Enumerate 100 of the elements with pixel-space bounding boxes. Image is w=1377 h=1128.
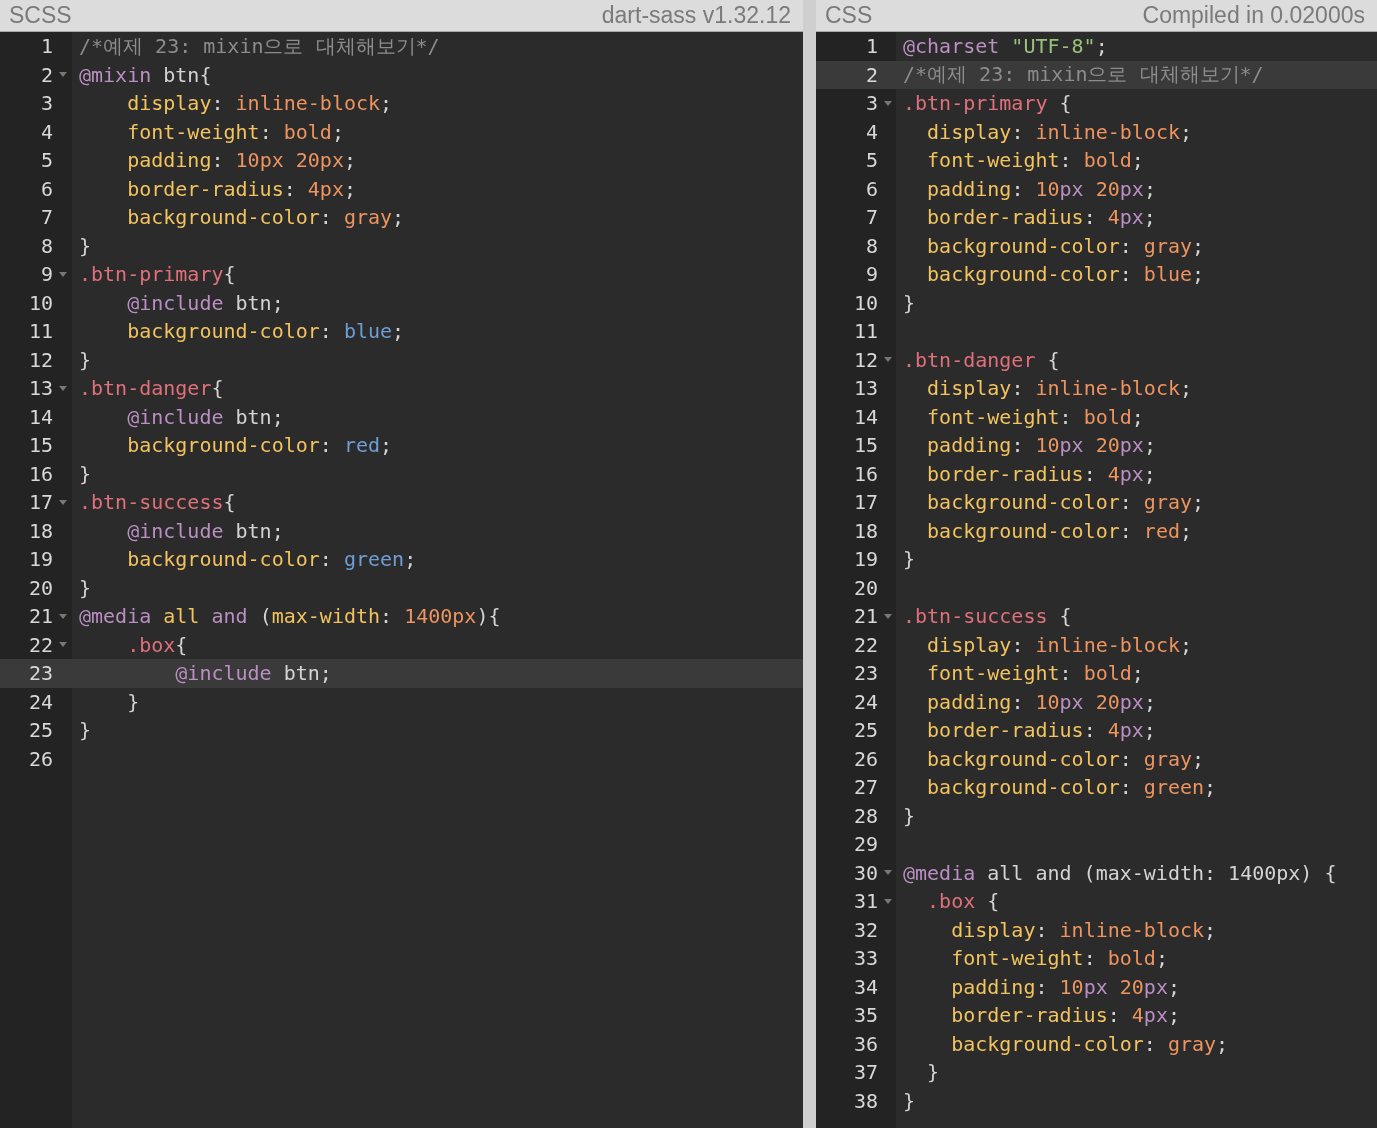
- line-number: 33: [852, 946, 878, 971]
- line-number: 3: [39, 91, 53, 116]
- fold-arrow-icon[interactable]: [883, 613, 892, 619]
- code-line: @include btn;: [126, 290, 284, 315]
- code-line: font-weight: bold;: [926, 661, 1144, 686]
- line-number: 32: [852, 917, 878, 942]
- code-line: background-color: gray;: [126, 205, 405, 230]
- line-number: 7: [864, 205, 878, 230]
- line-number: 7: [39, 205, 53, 230]
- fold-arrow-icon[interactable]: [58, 613, 67, 619]
- line-number: 9: [39, 262, 53, 287]
- code-line: display: inline-block;: [926, 376, 1192, 401]
- code-line: font-weight: bold;: [126, 119, 344, 144]
- code-line: }: [79, 233, 92, 258]
- pane-title: CSS: [825, 2, 873, 29]
- line-number: 12: [852, 347, 878, 372]
- code-line: background-color: gray;: [926, 233, 1205, 258]
- fold-arrow-icon[interactable]: [883, 870, 892, 876]
- line-number: 6: [39, 176, 53, 201]
- line-number: 10: [852, 290, 878, 315]
- line-number: 18: [27, 518, 53, 543]
- code-line: .btn-primary{: [79, 262, 236, 287]
- code-line: }: [926, 1060, 940, 1085]
- code-line: /*예제 23: mixin으로 대체해보기*/: [903, 61, 1264, 89]
- code-line: @include btn;: [126, 404, 284, 429]
- line-number: 26: [852, 746, 878, 771]
- code-line: /*예제 23: mixin으로 대체해보기*/: [79, 32, 440, 60]
- fold-arrow-icon[interactable]: [58, 499, 67, 505]
- code-line: background-color: blue;: [926, 262, 1205, 287]
- fold-arrow-icon[interactable]: [883, 898, 892, 904]
- code-line: @mixin btn{: [79, 62, 212, 87]
- fold-arrow-icon[interactable]: [883, 357, 892, 363]
- pane-info: dart-sass v1.32.12: [601, 2, 791, 29]
- line-number: 29: [852, 832, 878, 857]
- line-number: 19: [27, 547, 53, 572]
- line-number: 4: [864, 119, 878, 144]
- code-line: background-color: red;: [126, 433, 393, 458]
- line-number: 23: [852, 661, 878, 686]
- code-line: display: inline-block;: [126, 91, 393, 116]
- code-line: }: [126, 689, 140, 714]
- code-line: padding: 10px 20px;: [926, 689, 1156, 714]
- line-number: 15: [852, 433, 878, 458]
- code-line: }: [79, 575, 92, 600]
- line-number: 14: [852, 404, 878, 429]
- line-number: 9: [864, 262, 878, 287]
- fold-arrow-icon[interactable]: [58, 385, 67, 391]
- code-line: }: [903, 1088, 916, 1113]
- line-number: 34: [852, 974, 878, 999]
- pane-title: SCSS: [9, 2, 72, 29]
- code-line: padding: 10px 20px;: [926, 176, 1156, 201]
- line-number: 2: [864, 62, 878, 87]
- code-line: @include btn;: [126, 518, 284, 543]
- fold-arrow-icon[interactable]: [883, 100, 892, 106]
- line-number: 20: [852, 575, 878, 600]
- line-number: 27: [852, 775, 878, 800]
- line-number: 24: [852, 689, 878, 714]
- line-number: 16: [27, 461, 53, 486]
- code-line: .btn-primary {: [903, 91, 1072, 116]
- code-line: .btn-danger {: [903, 347, 1060, 372]
- code-line: }: [79, 347, 92, 372]
- line-number: 18: [852, 518, 878, 543]
- line-number: 22: [852, 632, 878, 657]
- line-number: 21: [27, 604, 53, 629]
- line-number: 6: [864, 176, 878, 201]
- line-number: 13: [27, 376, 53, 401]
- line-number: 13: [852, 376, 878, 401]
- line-number: 17: [27, 490, 53, 515]
- fold-arrow-icon[interactable]: [58, 72, 67, 78]
- line-number: 5: [39, 148, 53, 173]
- code-line: }: [79, 718, 92, 743]
- line-number: 20: [27, 575, 53, 600]
- code-line: .btn-success {: [903, 604, 1072, 629]
- code-line: }: [903, 803, 916, 828]
- line-number: 11: [27, 319, 53, 344]
- code-line: border-radius: 4px;: [950, 1003, 1180, 1028]
- code-line: background-color: green;: [926, 775, 1217, 800]
- code-line: }: [903, 290, 916, 315]
- fold-arrow-icon[interactable]: [58, 271, 67, 277]
- code-line: border-radius: 4px;: [126, 176, 356, 201]
- line-number: 2: [39, 62, 53, 87]
- fold-arrow-icon[interactable]: [58, 642, 67, 648]
- line-number: 8: [864, 233, 878, 258]
- line-number: 1: [39, 34, 53, 59]
- line-number: 4: [39, 119, 53, 144]
- code-line: background-color: gray;: [926, 490, 1205, 515]
- code-line: padding: 10px 20px;: [926, 433, 1156, 458]
- line-number: 16: [852, 461, 878, 486]
- code-line: @media all and (max-width: 1400px){: [79, 604, 501, 629]
- code-line: font-weight: bold;: [926, 404, 1144, 429]
- line-number: 24: [27, 689, 53, 714]
- line-number: 38: [852, 1088, 878, 1113]
- code-line: }: [79, 461, 92, 486]
- code-line: background-color: gray;: [950, 1031, 1229, 1056]
- line-number: 25: [852, 718, 878, 743]
- line-number: 35: [852, 1003, 878, 1028]
- code-line: font-weight: bold;: [950, 946, 1168, 971]
- code-line: @media all and (max-width: 1400px) {: [903, 860, 1337, 885]
- line-number: 1: [864, 34, 878, 59]
- code-line: display: inline-block;: [926, 119, 1192, 144]
- line-number: 11: [852, 319, 878, 344]
